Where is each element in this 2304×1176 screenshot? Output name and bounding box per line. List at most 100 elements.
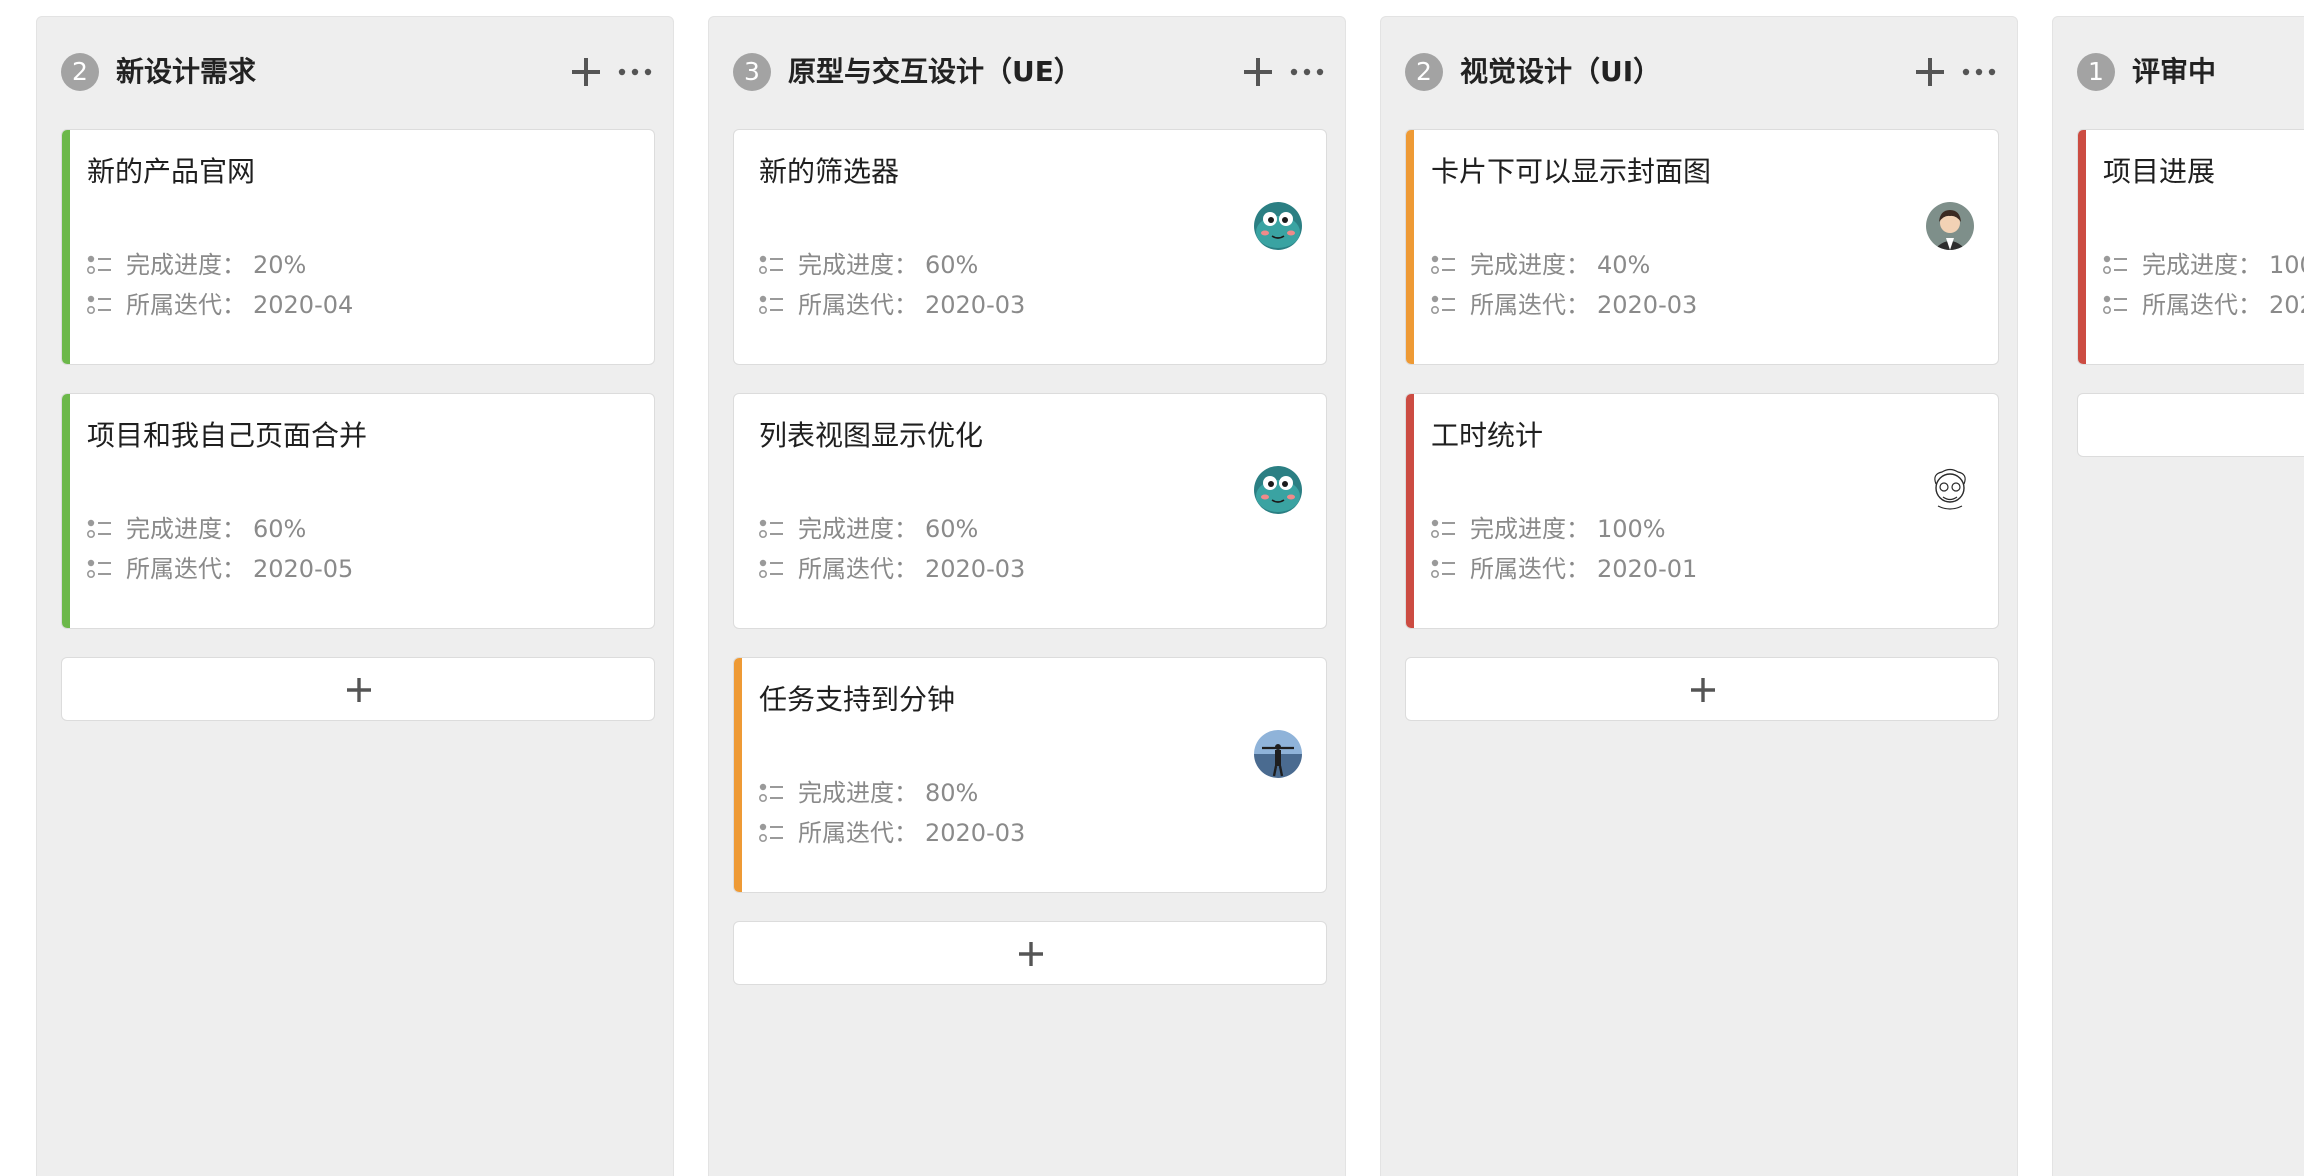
person-portrait-avatar	[1926, 202, 1974, 250]
field-label: 完成进度：	[2142, 251, 2262, 279]
column-title: 原型与交互设计（UE）	[788, 55, 1082, 88]
list-icon	[758, 558, 785, 580]
task-card[interactable]: 项目进展完成进度：100%所属迭代：2020-	[2077, 129, 2304, 365]
more-horizontal-icon[interactable]	[617, 55, 653, 89]
field-value: 2020-03	[1597, 291, 1698, 319]
column: 2 新设计需求 新的产品官网 完成进度： 20% 所属迭代： 2020-04 项目和我自己页面…	[36, 16, 674, 1176]
column: 1 评审中项目进展完成进度：100%所属迭代：2020-	[2052, 16, 2304, 1176]
list-icon	[1430, 518, 1457, 540]
field-value: 40%	[1597, 251, 1651, 279]
column-title: 评审中	[2132, 55, 2217, 88]
card-title: 新的筛选器	[759, 155, 900, 188]
task-card[interactable]: 工时统计 完成进度： 100% 所属迭代： 2020-01	[1405, 393, 1999, 629]
task-card[interactable]: 新的产品官网完成进度： 20% 所属迭代： 2020-04	[61, 129, 655, 365]
field-label: 所属迭代：	[126, 291, 246, 319]
column-count-badge: 3	[733, 53, 771, 91]
list-icon	[86, 254, 113, 276]
card-color-stripe	[1406, 394, 1414, 628]
teal-monster-avatar	[1254, 202, 1302, 250]
list-icon	[1430, 294, 1457, 316]
column-title: 视觉设计（UI）	[1460, 55, 1662, 88]
column-count-badge: 2	[1405, 53, 1443, 91]
field-label: 完成进度：	[798, 779, 918, 807]
column: 3 原型与交互设计（UE） 新的筛选器 完成进度： 60% 所属迭代： 2020-03 列表视…	[708, 16, 1346, 1176]
list-icon	[758, 782, 785, 804]
field-label: 完成进度：	[126, 251, 246, 279]
list-icon	[86, 518, 113, 540]
task-card[interactable]: 项目和我自己页面合并 完成进度： 60% 所属迭代： 2020-05	[61, 393, 655, 629]
task-card[interactable]: 任务支持到分钟完成进度： 80% 所属迭代： 2020-03	[733, 657, 1327, 893]
list-icon	[758, 822, 785, 844]
card-title: 新的产品官网	[87, 155, 256, 188]
field-value: 60%	[925, 515, 979, 543]
card-title: 项目进展	[2103, 155, 2216, 188]
field-label: 完成进度：	[798, 251, 918, 279]
field-value: 60%	[925, 251, 979, 279]
column-title: 新设计需求	[116, 55, 257, 88]
kanban-board: 2 新设计需求 新的产品官网 完成进度： 20% 所属迭代： 2020-04 项目和我自己页面…	[0, 0, 2304, 1176]
field-label: 所属迭代：	[798, 555, 918, 583]
teal-monster-avatar	[1254, 466, 1302, 514]
list-icon	[758, 518, 785, 540]
add-card-button[interactable]	[1405, 657, 1999, 721]
field-value: 80%	[925, 779, 979, 807]
field-label: 完成进度：	[126, 515, 246, 543]
field-value: 100%	[2269, 251, 2304, 279]
field-label: 所属迭代：	[1470, 291, 1590, 319]
card-title: 任务支持到分钟	[759, 683, 956, 716]
card-color-stripe	[62, 130, 70, 364]
list-icon	[2102, 254, 2129, 276]
field-label: 所属迭代：	[1470, 555, 1590, 583]
column-header: 2 视觉设计（UI）	[1405, 53, 1997, 95]
field-value: 2020-03	[925, 291, 1026, 319]
field-value: 2020-03	[925, 819, 1026, 847]
task-card[interactable]: 卡片下可以显示封面图完成进度： 40% 所属迭代： 2020-03	[1405, 129, 1999, 365]
column-count-badge: 1	[2077, 53, 2115, 91]
card-color-stripe	[2078, 130, 2086, 364]
card-color-stripe	[62, 394, 70, 628]
plus-icon[interactable]	[1241, 55, 1275, 89]
column-header: 1 评审中	[2077, 53, 2304, 95]
list-icon	[758, 254, 785, 276]
field-label: 所属迭代：	[798, 819, 918, 847]
sketch-face-avatar	[1926, 466, 1974, 514]
field-value: 2020-04	[253, 291, 354, 319]
list-icon	[758, 294, 785, 316]
card-title: 项目和我自己页面合并	[87, 419, 368, 452]
list-icon	[86, 294, 113, 316]
field-value: 2020-	[2269, 291, 2304, 319]
field-label: 所属迭代：	[2142, 291, 2262, 319]
task-card[interactable]: 新的筛选器完成进度： 60% 所属迭代： 2020-03	[733, 129, 1327, 365]
add-card-button[interactable]	[733, 921, 1327, 985]
list-icon	[86, 558, 113, 580]
list-icon	[2102, 294, 2129, 316]
field-label: 完成进度：	[1470, 251, 1590, 279]
field-label: 完成进度：	[798, 515, 918, 543]
field-value: 20%	[253, 251, 307, 279]
field-value: 2020-01	[1597, 555, 1698, 583]
card-color-stripe	[734, 658, 742, 892]
more-horizontal-icon[interactable]	[1961, 55, 1997, 89]
task-card[interactable]: 列表视图显示优化完成进度： 60% 所属迭代： 2020-03	[733, 393, 1327, 629]
card-title: 列表视图显示优化	[759, 419, 984, 452]
plus-icon[interactable]	[1913, 55, 1947, 89]
field-label: 所属迭代：	[798, 291, 918, 319]
column-header: 2 新设计需求	[61, 53, 653, 95]
column-count-badge: 2	[61, 53, 99, 91]
card-title: 工时统计	[1431, 419, 1544, 452]
list-icon	[1430, 558, 1457, 580]
column-header: 3 原型与交互设计（UE）	[733, 53, 1325, 95]
add-card-button[interactable]	[2077, 393, 2304, 457]
add-card-button[interactable]	[61, 657, 655, 721]
more-horizontal-icon[interactable]	[1289, 55, 1325, 89]
field-value: 2020-03	[925, 555, 1026, 583]
field-label: 所属迭代：	[126, 555, 246, 583]
sky-person-avatar	[1254, 730, 1302, 778]
field-value: 2020-05	[253, 555, 354, 583]
column: 2 视觉设计（UI） 卡片下可以显示封面图 完成进度： 40% 所属迭代： 2020-03 工…	[1380, 16, 2018, 1176]
plus-icon[interactable]	[569, 55, 603, 89]
list-icon	[1430, 254, 1457, 276]
field-value: 100%	[1597, 515, 1666, 543]
card-title: 卡片下可以显示封面图	[1431, 155, 1712, 188]
card-color-stripe	[1406, 130, 1414, 364]
